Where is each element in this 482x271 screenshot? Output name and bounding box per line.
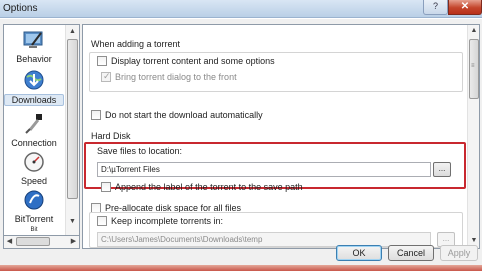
settings-panel: When adding a torrent Display torrent co… — [82, 24, 480, 249]
scroll-right-arrow-icon[interactable]: ▶ — [68, 236, 79, 248]
category-label: Connection — [11, 138, 57, 148]
save-location-label: Save files to location: — [97, 146, 183, 156]
no-autostart-label: Do not start the download automatically — [105, 110, 263, 120]
save-location-browse-button[interactable]: ... — [433, 162, 451, 177]
scroll-up-arrow-icon[interactable]: ▲ — [468, 25, 479, 37]
scroll-thumb[interactable] — [16, 237, 50, 246]
display-content-checkbox[interactable] — [97, 56, 107, 66]
apply-button[interactable]: Apply — [440, 245, 478, 261]
category-horizontal-scrollbar[interactable]: ◀ ▶ — [3, 236, 80, 249]
save-location-input[interactable]: D:\µTorrent Files — [97, 162, 431, 177]
panel-vertical-scrollbar[interactable]: ▲ ≡ ▼ — [467, 25, 479, 248]
category-label: Speed — [20, 176, 48, 186]
scroll-down-arrow-icon[interactable]: ▼ — [66, 215, 79, 228]
dialog-client-area: Behavior Downloads Connection Speed BitT… — [0, 18, 482, 265]
scroll-thumb[interactable] — [67, 39, 78, 199]
keep-incomplete-checkbox[interactable] — [97, 216, 107, 226]
category-label: Bit — [30, 227, 38, 233]
help-button[interactable]: ? — [423, 0, 448, 15]
no-autostart-checkbox[interactable] — [91, 110, 101, 120]
append-label-checkbox[interactable] — [101, 182, 111, 192]
category-label: Downloads — [4, 94, 64, 106]
bring-front-checkbox[interactable]: ✓ — [101, 71, 111, 82]
ok-button[interactable]: OK — [336, 245, 382, 261]
bittorrent-icon — [24, 190, 44, 210]
category-list[interactable]: Behavior Downloads Connection Speed BitT… — [3, 24, 80, 236]
hard-disk-group-title: Hard Disk — [91, 131, 131, 141]
window-title: Options — [3, 3, 38, 14]
taskbar-edge — [0, 265, 482, 271]
category-label: BitTorrent — [14, 214, 54, 224]
close-button[interactable]: ✕ — [448, 0, 482, 15]
category-vertical-scrollbar[interactable]: ▲ ▼ — [65, 25, 79, 235]
scroll-grip-icon: ≡ — [471, 63, 475, 69]
category-item-partial[interactable]: Bit — [4, 225, 64, 235]
cancel-button[interactable]: Cancel — [388, 245, 434, 261]
append-label-label: Append the label of the torrent to the s… — [115, 182, 303, 192]
category-item-downloads[interactable]: Downloads — [4, 61, 64, 109]
scroll-left-arrow-icon[interactable]: ◀ — [4, 236, 15, 248]
adding-group-title: When adding a torrent — [91, 39, 181, 49]
scroll-up-arrow-icon[interactable]: ▲ — [66, 25, 79, 38]
speed-gauge-icon — [24, 152, 44, 172]
connection-plug-icon — [25, 114, 42, 134]
bring-front-label: Bring torrent dialog to the front — [115, 72, 237, 82]
scroll-thumb[interactable] — [469, 39, 479, 99]
behavior-icon — [23, 31, 43, 48]
downloads-globe-icon — [24, 70, 44, 90]
title-bar: Options ? ✕ — [0, 0, 482, 18]
display-content-label: Display torrent content and some options — [111, 56, 275, 66]
keep-incomplete-label: Keep incomplete torrents in: — [111, 216, 224, 226]
